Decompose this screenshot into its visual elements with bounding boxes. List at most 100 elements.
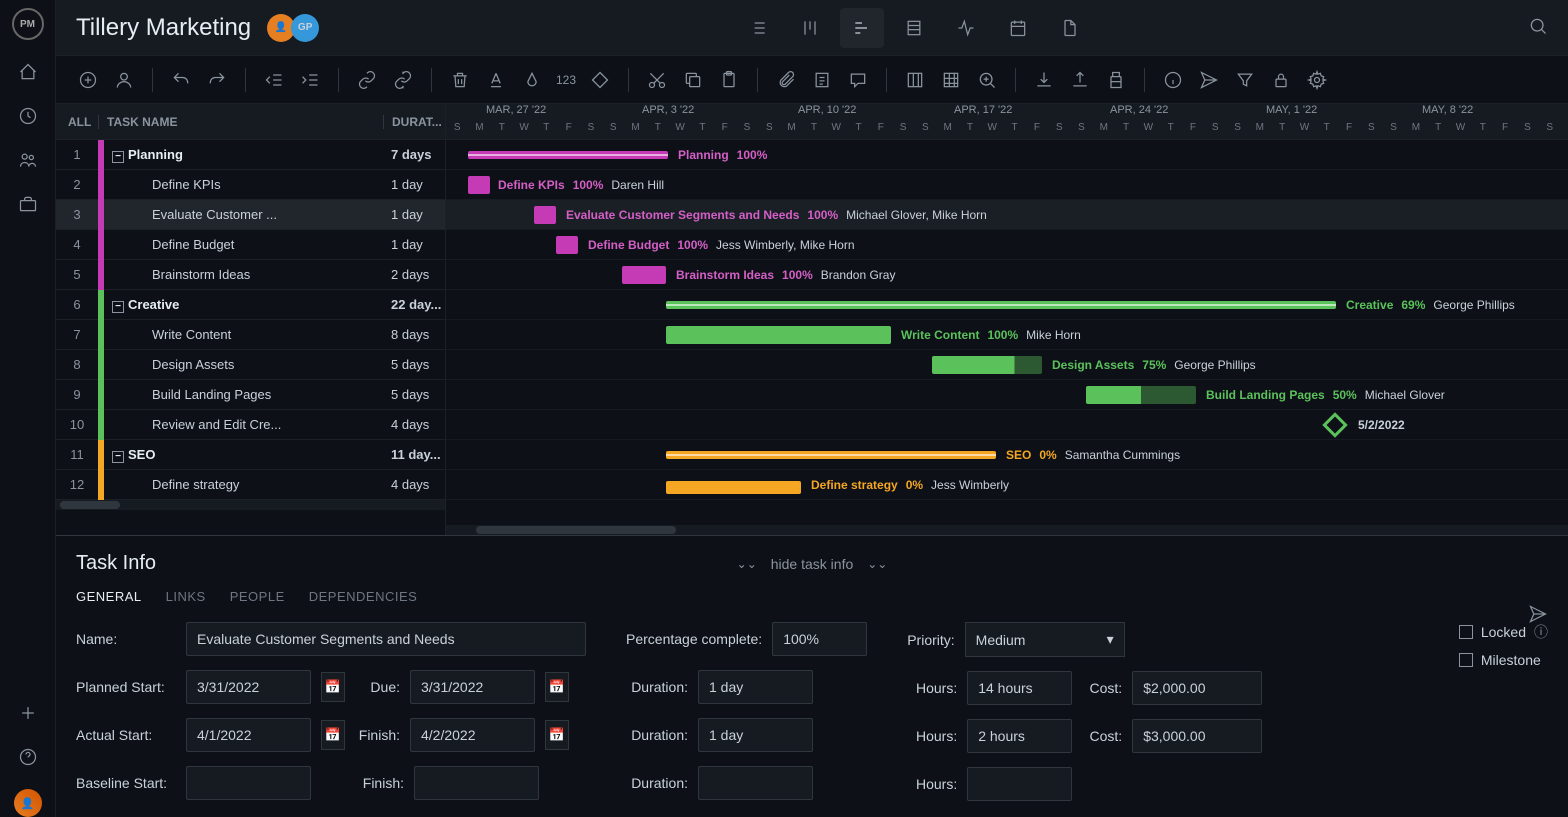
note-icon[interactable] xyxy=(810,68,834,92)
tab-dependencies[interactable]: DEPENDENCIES xyxy=(309,589,418,604)
dur-input[interactable] xyxy=(698,670,813,704)
columns-icon[interactable] xyxy=(903,68,927,92)
task-row[interactable]: 6 −Creative 22 day... xyxy=(56,290,445,320)
indent-icon[interactable] xyxy=(298,68,322,92)
task-row[interactable]: 12 Define strategy 4 days xyxy=(56,470,445,500)
grid-icon[interactable] xyxy=(939,68,963,92)
import-icon[interactable] xyxy=(1032,68,1056,92)
scrollbar[interactable] xyxy=(446,525,1568,535)
gantt-row[interactable]: Creative 69%George Phillips xyxy=(446,290,1568,320)
settings-icon[interactable] xyxy=(1305,68,1329,92)
collapse-icon[interactable]: − xyxy=(112,451,124,463)
cost2-input[interactable] xyxy=(1132,719,1262,753)
bstart-input[interactable] xyxy=(186,766,311,800)
col-name[interactable]: TASK NAME xyxy=(98,115,383,129)
board-view-icon[interactable] xyxy=(788,8,832,48)
gantt-row[interactable]: Design Assets 75%George Phillips xyxy=(446,350,1568,380)
paste-icon[interactable] xyxy=(717,68,741,92)
dur3-input[interactable] xyxy=(698,766,813,800)
tab-people[interactable]: PEOPLE xyxy=(230,589,285,604)
diamond-icon[interactable] xyxy=(588,68,612,92)
send-icon[interactable] xyxy=(1528,604,1548,627)
task-row[interactable]: 10 Review and Edit Cre... 4 days xyxy=(56,410,445,440)
gantt-bar[interactable] xyxy=(932,356,1042,374)
due-input[interactable] xyxy=(410,670,535,704)
gantt-row[interactable]: SEO 0%Samantha Cummings xyxy=(446,440,1568,470)
undo-icon[interactable] xyxy=(169,68,193,92)
col-all[interactable]: ALL xyxy=(56,115,98,129)
hide-task-info-button[interactable]: ⌄⌄ hide task info ⌄⌄ xyxy=(737,556,888,572)
gantt-row[interactable]: Define KPIs 100%Daren Hill xyxy=(446,170,1568,200)
home-icon[interactable] xyxy=(16,60,40,84)
sheet-view-icon[interactable] xyxy=(892,8,936,48)
gantt-bar[interactable] xyxy=(666,301,1336,309)
gantt-row[interactable]: Define strategy 0%Jess Wimberly xyxy=(446,470,1568,500)
fill-icon[interactable] xyxy=(520,68,544,92)
task-row[interactable]: 3 Evaluate Customer ... 1 day xyxy=(56,200,445,230)
add-icon[interactable] xyxy=(76,68,100,92)
zoom-icon[interactable] xyxy=(975,68,999,92)
lock-icon[interactable] xyxy=(1269,68,1293,92)
gantt-bar[interactable] xyxy=(468,176,490,194)
info-icon[interactable] xyxy=(1161,68,1185,92)
gantt-bar[interactable] xyxy=(534,206,556,224)
calendar-icon[interactable]: 📅 xyxy=(321,720,345,750)
gantt-bar[interactable] xyxy=(1086,386,1196,404)
hrs3-input[interactable] xyxy=(967,767,1072,801)
help-icon[interactable] xyxy=(16,745,40,769)
export-icon[interactable] xyxy=(1068,68,1092,92)
gantt-row[interactable]: Write Content 100%Mike Horn xyxy=(446,320,1568,350)
gantt-bar[interactable] xyxy=(666,451,996,459)
tab-general[interactable]: GENERAL xyxy=(76,589,142,604)
gantt-bar[interactable] xyxy=(666,326,891,344)
task-row[interactable]: 9 Build Landing Pages 5 days xyxy=(56,380,445,410)
finish-input[interactable] xyxy=(410,718,535,752)
text-color-icon[interactable] xyxy=(484,68,508,92)
task-row[interactable]: 4 Define Budget 1 day xyxy=(56,230,445,260)
calendar-view-icon[interactable] xyxy=(996,8,1040,48)
delete-icon[interactable] xyxy=(448,68,472,92)
filter-icon[interactable] xyxy=(1233,68,1257,92)
hrs-input[interactable] xyxy=(967,671,1072,705)
send-icon[interactable] xyxy=(1197,68,1221,92)
gantt-bar[interactable] xyxy=(468,151,668,159)
hrs2-input[interactable] xyxy=(967,719,1072,753)
cost-input[interactable] xyxy=(1132,671,1262,705)
briefcase-icon[interactable] xyxy=(16,192,40,216)
search-icon[interactable] xyxy=(1528,16,1548,39)
task-row[interactable]: 8 Design Assets 5 days xyxy=(56,350,445,380)
gantt-row[interactable]: Evaluate Customer Segments and Needs 100… xyxy=(446,200,1568,230)
name-input[interactable] xyxy=(186,622,586,656)
calendar-icon[interactable]: 📅 xyxy=(545,672,569,702)
task-row[interactable]: 7 Write Content 8 days xyxy=(56,320,445,350)
gantt-bar[interactable] xyxy=(666,481,801,494)
gantt-view-icon[interactable] xyxy=(840,8,884,48)
gantt-bar[interactable] xyxy=(622,266,666,284)
milestone-icon[interactable] xyxy=(1322,412,1347,437)
collapse-icon[interactable]: − xyxy=(112,151,124,163)
task-row[interactable]: 2 Define KPIs 1 day xyxy=(56,170,445,200)
copy-icon[interactable] xyxy=(681,68,705,92)
attach-icon[interactable] xyxy=(774,68,798,92)
dur2-input[interactable] xyxy=(698,718,813,752)
people-icon[interactable] xyxy=(16,148,40,172)
clock-icon[interactable] xyxy=(16,104,40,128)
astart-input[interactable] xyxy=(186,718,311,752)
print-icon[interactable] xyxy=(1104,68,1128,92)
tab-links[interactable]: LINKS xyxy=(166,589,206,604)
gantt-row[interactable]: 5/2/2022 xyxy=(446,410,1568,440)
assign-icon[interactable] xyxy=(112,68,136,92)
gantt-row[interactable]: Build Landing Pages 50%Michael Glover xyxy=(446,380,1568,410)
priority-select[interactable]: Medium▾ xyxy=(965,622,1125,657)
redo-icon[interactable] xyxy=(205,68,229,92)
col-duration[interactable]: DURAT... xyxy=(383,115,445,129)
collapse-icon[interactable]: − xyxy=(112,301,124,313)
task-row[interactable]: 11 −SEO 11 day... xyxy=(56,440,445,470)
user-avatar[interactable]: 👤 xyxy=(14,789,42,817)
calendar-icon[interactable]: 📅 xyxy=(321,672,345,702)
logo-icon[interactable]: PM xyxy=(12,8,44,40)
unlink-icon[interactable] xyxy=(391,68,415,92)
plus-icon[interactable] xyxy=(16,701,40,725)
link-icon[interactable] xyxy=(355,68,379,92)
cut-icon[interactable] xyxy=(645,68,669,92)
